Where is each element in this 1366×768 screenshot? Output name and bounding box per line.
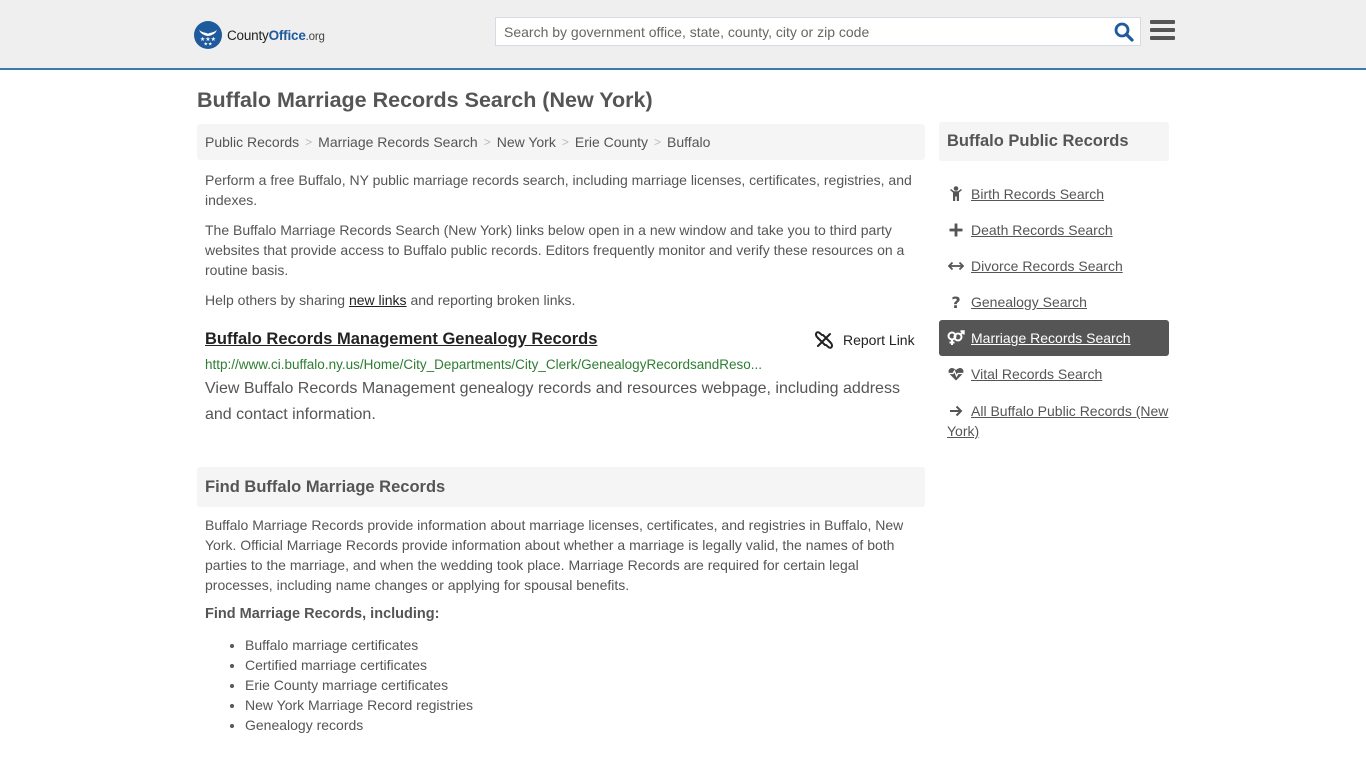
breadcrumb: Public Records > Marriage Records Search… (197, 124, 925, 160)
menu-bar (1150, 28, 1175, 32)
intro-paragraph-1: Perform a free Buffalo, NY public marria… (205, 172, 912, 208)
sidebar-link[interactable]: Genealogy Search (971, 294, 1087, 310)
top-header: ★★★ ★★ CountyOffice.org (0, 0, 1366, 70)
menu-bar (1150, 36, 1175, 40)
intro-p3-text: Help others by sharing (205, 292, 349, 308)
sidebar-link[interactable]: Divorce Records Search (971, 258, 1123, 274)
sidebar-list: Birth Records Search Death Records Searc… (939, 176, 1169, 441)
page-title: Buffalo Marriage Records Search (New Yor… (197, 88, 653, 112)
logo-text-org: .org (305, 30, 325, 43)
venus-mars-icon (947, 330, 965, 346)
result-url: http://www.ci.buffalo.ny.us/Home/City_De… (205, 357, 763, 372)
sidebar-heading: Buffalo Public Records (939, 122, 1169, 161)
list-item: Genealogy records (245, 715, 473, 735)
intro-paragraph-3: Help others by sharing new links and rep… (205, 290, 917, 310)
logo-text: CountyOffice.org (227, 28, 325, 43)
sidebar-item-vital-records[interactable]: Vital Records Search (939, 356, 1169, 392)
sidebar-item-birth-records[interactable]: Birth Records Search (939, 176, 1169, 212)
intro-p3-text-after: and reporting broken links. (406, 292, 576, 308)
breadcrumb-erie-county[interactable]: Erie County (575, 134, 648, 150)
search-button[interactable] (1114, 22, 1134, 42)
logo-text-office: Office (268, 27, 306, 43)
breadcrumb-new-york[interactable]: New York (497, 134, 556, 150)
search-input[interactable] (496, 18, 1106, 45)
sidebar-link[interactable]: All Buffalo Public Records (New York) (947, 403, 1168, 439)
arrow-right-icon (947, 403, 965, 419)
sidebar-link[interactable]: Birth Records Search (971, 186, 1104, 202)
svg-text:★★: ★★ (204, 42, 213, 47)
list-item: New York Marriage Record registries (245, 695, 473, 715)
list-item: Buffalo marriage certificates (245, 635, 473, 655)
intro-paragraph-2: The Buffalo Marriage Records Search (New… (205, 222, 905, 278)
sidebar-item-death-records[interactable]: Death Records Search (939, 212, 1169, 248)
breadcrumb-marriage-records-search[interactable]: Marriage Records Search (318, 134, 478, 150)
sidebar-item-divorce-records[interactable]: Divorce Records Search (939, 248, 1169, 284)
find-section-heading: Find Buffalo Marriage Records (197, 467, 925, 507)
result-description: View Buffalo Records Management genealog… (205, 380, 900, 423)
report-link-button[interactable]: Report Link (815, 331, 915, 349)
breadcrumb-separator: > (561, 135, 569, 149)
find-section-body: Buffalo Marriage Records provide informa… (205, 517, 904, 593)
list-item: Erie County marriage certificates (245, 675, 473, 695)
sidebar-link[interactable]: Marriage Records Search (971, 330, 1131, 346)
breadcrumb-separator: > (483, 135, 491, 149)
search-icon (1114, 22, 1134, 42)
search-bar (495, 17, 1141, 46)
sidebar-link[interactable]: Death Records Search (971, 222, 1113, 238)
menu-bar (1150, 20, 1175, 24)
find-records-list: Buffalo marriage certificates Certified … (245, 635, 473, 735)
list-item: Certified marriage certificates (245, 655, 473, 675)
plus-icon (947, 222, 965, 238)
logo-text-county: County (227, 27, 269, 43)
sidebar-item-marriage-records[interactable]: Marriage Records Search (939, 320, 1169, 356)
report-link-label: Report Link (843, 332, 915, 348)
sidebar-link[interactable]: Vital Records Search (971, 366, 1102, 382)
breadcrumb-public-records[interactable]: Public Records (205, 134, 299, 150)
broken-link-icon (815, 331, 833, 349)
sidebar-item-all-public-records[interactable]: All Buffalo Public Records (New York) (939, 392, 1169, 441)
sidebar: Buffalo Public Records Birth Records Sea… (939, 122, 1169, 441)
sidebar-item-genealogy[interactable]: ? Genealogy Search (939, 284, 1169, 320)
result-title-link[interactable]: Buffalo Records Management Genealogy Rec… (205, 330, 597, 349)
arrows-horizontal-icon (947, 258, 965, 274)
site-logo[interactable]: ★★★ ★★ CountyOffice.org (194, 21, 325, 49)
breadcrumb-separator: > (654, 135, 662, 149)
question-icon: ? (951, 292, 961, 312)
breadcrumb-separator: > (305, 135, 313, 149)
find-records-subheading: Find Marriage Records, including: (205, 606, 440, 622)
breadcrumb-buffalo[interactable]: Buffalo (667, 134, 710, 150)
heartbeat-icon (947, 366, 965, 382)
new-links-link[interactable]: new links (349, 292, 407, 308)
hamburger-menu-button[interactable] (1150, 20, 1175, 42)
child-icon (947, 186, 965, 202)
eagle-logo-icon: ★★★ ★★ (194, 21, 222, 49)
